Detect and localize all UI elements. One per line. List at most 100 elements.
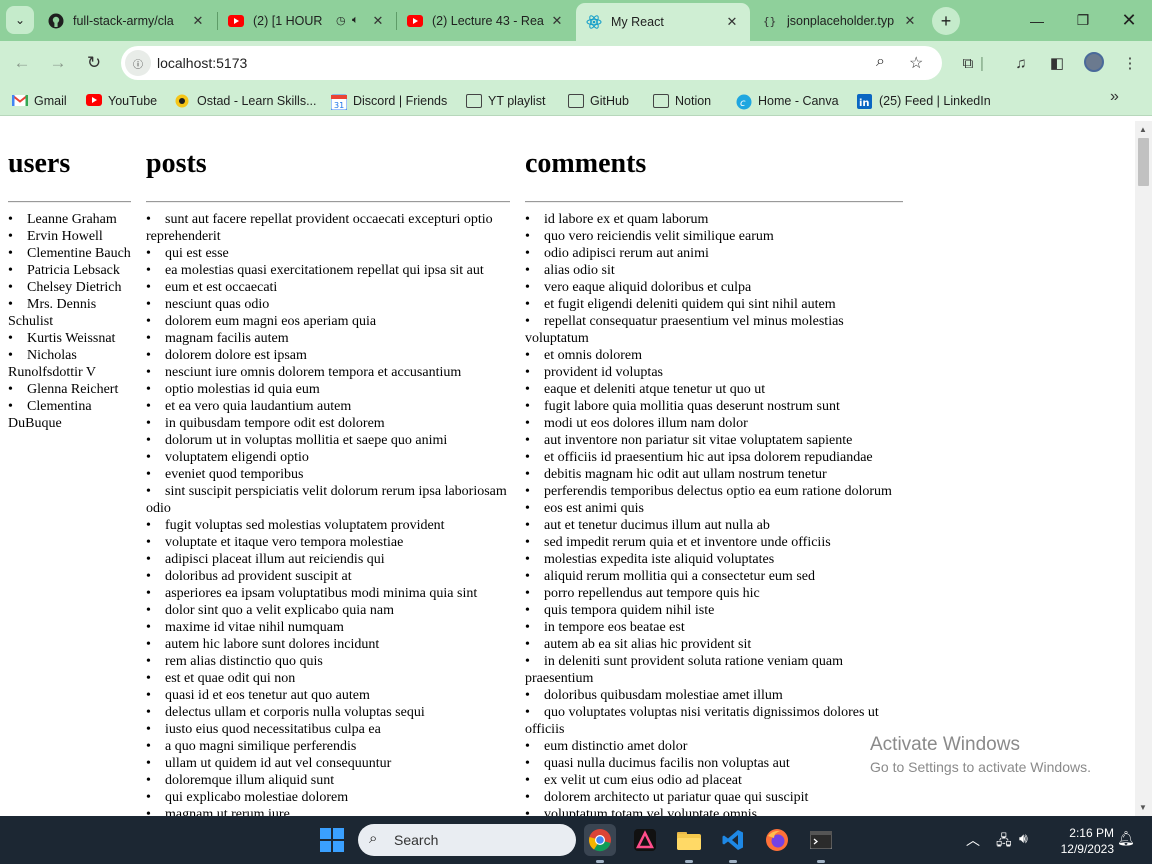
close-icon[interactable]: ✕ [724,14,740,30]
comment-item: aut et tenetur ducimus illum aut nulla a… [525,517,903,534]
app-launcher-icon[interactable] [629,824,661,856]
address-bar[interactable]: ⓘ localhost:5173 ⌕ ☆ [121,46,942,80]
chrome-icon[interactable] [584,824,616,856]
minimize-button[interactable]: — [1014,0,1060,41]
bookmark-label: GitHub [590,94,629,108]
running-indicator [685,860,693,863]
divider [8,201,131,203]
file-explorer-icon[interactable] [673,824,705,856]
calendar-icon: 31 [330,94,348,111]
vscode-icon[interactable] [717,824,749,856]
reload-button[interactable]: ↻ [80,49,108,77]
tune-icon: ⓘ [133,59,143,71]
post-item: ullam ut quidem id aut vel consequuntur [146,755,510,772]
close-icon[interactable]: ✕ [190,13,206,29]
bookmark-folder-yt-playlist[interactable]: YT playlist [466,91,545,111]
bookmark-canva[interactable]: c Home - Canva [736,91,839,111]
extensions-icon[interactable]: ⧉ [957,52,979,74]
media-control-icon[interactable]: ♫ [1010,52,1032,74]
scroll-down-icon[interactable]: ▼ [1139,803,1147,812]
react-icon [586,14,602,30]
zoom-icon[interactable]: ⌕ [876,53,885,71]
close-icon[interactable]: ✕ [902,13,918,29]
comment-item: quis tempora quidem nihil iste [525,602,903,619]
post-item: a quo magni similique perferendis [146,738,510,755]
post-item: eum et est occaecati [146,279,510,296]
close-icon[interactable]: ✕ [549,13,565,29]
tab-search-button[interactable]: ⌄ [6,6,34,34]
bookmark-gmail[interactable]: Gmail [11,91,67,111]
profile-avatar[interactable] [1084,52,1104,72]
restore-button[interactable]: ❐ [1060,0,1106,41]
site-info-button[interactable]: ⓘ [125,50,151,76]
comment-item: quasi nulla ducimus facilis non voluptas… [525,755,903,772]
browser-toolbar: ← → ↻ ⓘ localhost:5173 ⌕ ☆ ⧉ | ♫ ◧ ⋮ [0,41,1152,85]
comment-item: debitis magnam hic odit aut ullam nostru… [525,466,903,483]
comment-item: fugit labore quia mollitia quas deserunt… [525,398,903,415]
post-item: voluptatem eligendi optio [146,449,510,466]
comments-list: id labore ex et quam laborumquo vero rei… [525,211,903,816]
scroll-thumb[interactable] [1138,138,1149,186]
jsonplaceholder-icon: {} [762,13,778,29]
youtube-icon [407,13,423,29]
bookmarks-overflow-icon[interactable]: » [1110,88,1119,106]
close-icon[interactable]: ✕ [370,13,386,29]
arrow-left-icon: ← [13,53,31,72]
tab-title: full-stack-army/cla [73,13,174,28]
windows-start-icon[interactable] [320,828,344,852]
users-heading: users [8,148,71,179]
scroll-up-icon[interactable]: ▲ [1139,125,1147,134]
comment-item: eos est animi quis [525,500,903,517]
browser-tab[interactable]: (2) Lecture 43 - Rea ✕ [397,5,575,36]
firefox-icon[interactable] [761,824,793,856]
running-indicator [817,860,825,863]
bookmark-ostad[interactable]: Ostad - Learn Skills... [175,91,317,111]
comment-item: modi ut eos dolores illum nam dolor [525,415,903,432]
bookmark-star-icon[interactable]: ☆ [909,53,923,73]
canva-icon: c [736,94,752,110]
comment-item: eaque et deleniti atque tenetur ut quo u… [525,381,903,398]
comment-item: aliquid rerum mollitia qui a consectetur… [525,568,903,585]
bookmark-linkedin[interactable]: in (25) Feed | LinkedIn [857,91,991,111]
browser-tab[interactable]: {} jsonplaceholder.typ ✕ [752,5,928,36]
side-panel-icon[interactable]: ◧ [1046,52,1068,74]
post-item: nesciunt iure omnis dolorem tempora et a… [146,364,510,381]
forward-button[interactable]: → [44,49,72,77]
bookmark-label: Gmail [34,94,67,108]
taskbar-search[interactable]: ⌕ Search [358,824,576,856]
post-item: eveniet quod temporibus [146,466,510,483]
network-icon[interactable]: 🖧︎ [996,830,1012,854]
bookmark-discord[interactable]: 31 Discord | Friends [330,91,447,111]
comment-item: in tempore eos beatae est [525,619,903,636]
back-button[interactable]: ← [8,49,36,77]
url-text[interactable]: localhost:5173 [157,55,247,71]
running-indicator [596,860,604,863]
browser-tab-active[interactable]: My React ✕ [576,3,750,41]
new-tab-button[interactable]: + [932,7,960,35]
reload-icon: ↻ [86,53,102,72]
github-icon [48,13,64,29]
post-item: delectus ullam et corporis nulla volupta… [146,704,510,721]
user-item: Patricia Lebsack [8,262,131,279]
speaker-icon[interactable]: 🔈︎ [352,14,366,27]
notification-bell-icon[interactable]: 🔔︎ [1117,830,1135,847]
post-item: sint suscipit perspiciatis velit dolorum… [146,483,510,517]
tab-title: jsonplaceholder.typ [787,13,895,28]
comment-item: vero eaque aliquid doloribus et culpa [525,279,903,296]
volume-icon[interactable]: 🔊︎ [1019,830,1028,847]
window-close-button[interactable]: ✕ [1106,0,1152,41]
browser-tab[interactable]: (2) [1 HOUR ◷ 🔈︎ ✕ [218,5,396,36]
user-item: Clementine Bauch [8,245,131,262]
bookmark-folder-github[interactable]: GitHub [568,91,629,111]
browser-tab[interactable]: full-stack-army/cla ✕ [38,5,216,36]
bookmark-youtube[interactable]: YouTube [86,91,157,111]
comments-section: comments id labore ex et quam laborumquo… [525,121,903,816]
svg-text:c: c [740,98,746,109]
system-clock[interactable]: 2:16 PM 12/9/2023 [1052,825,1114,857]
menu-dots-icon[interactable]: ⋮ [1119,52,1141,74]
terminal-icon[interactable] [805,824,837,856]
chevron-up-icon[interactable]: ︿ [966,830,980,850]
watermark-subtitle: Go to Settings to activate Windows. [870,759,1091,775]
page-scrollbar[interactable]: ▲ ▼ [1135,121,1152,816]
bookmark-folder-notion[interactable]: Notion [653,91,711,111]
